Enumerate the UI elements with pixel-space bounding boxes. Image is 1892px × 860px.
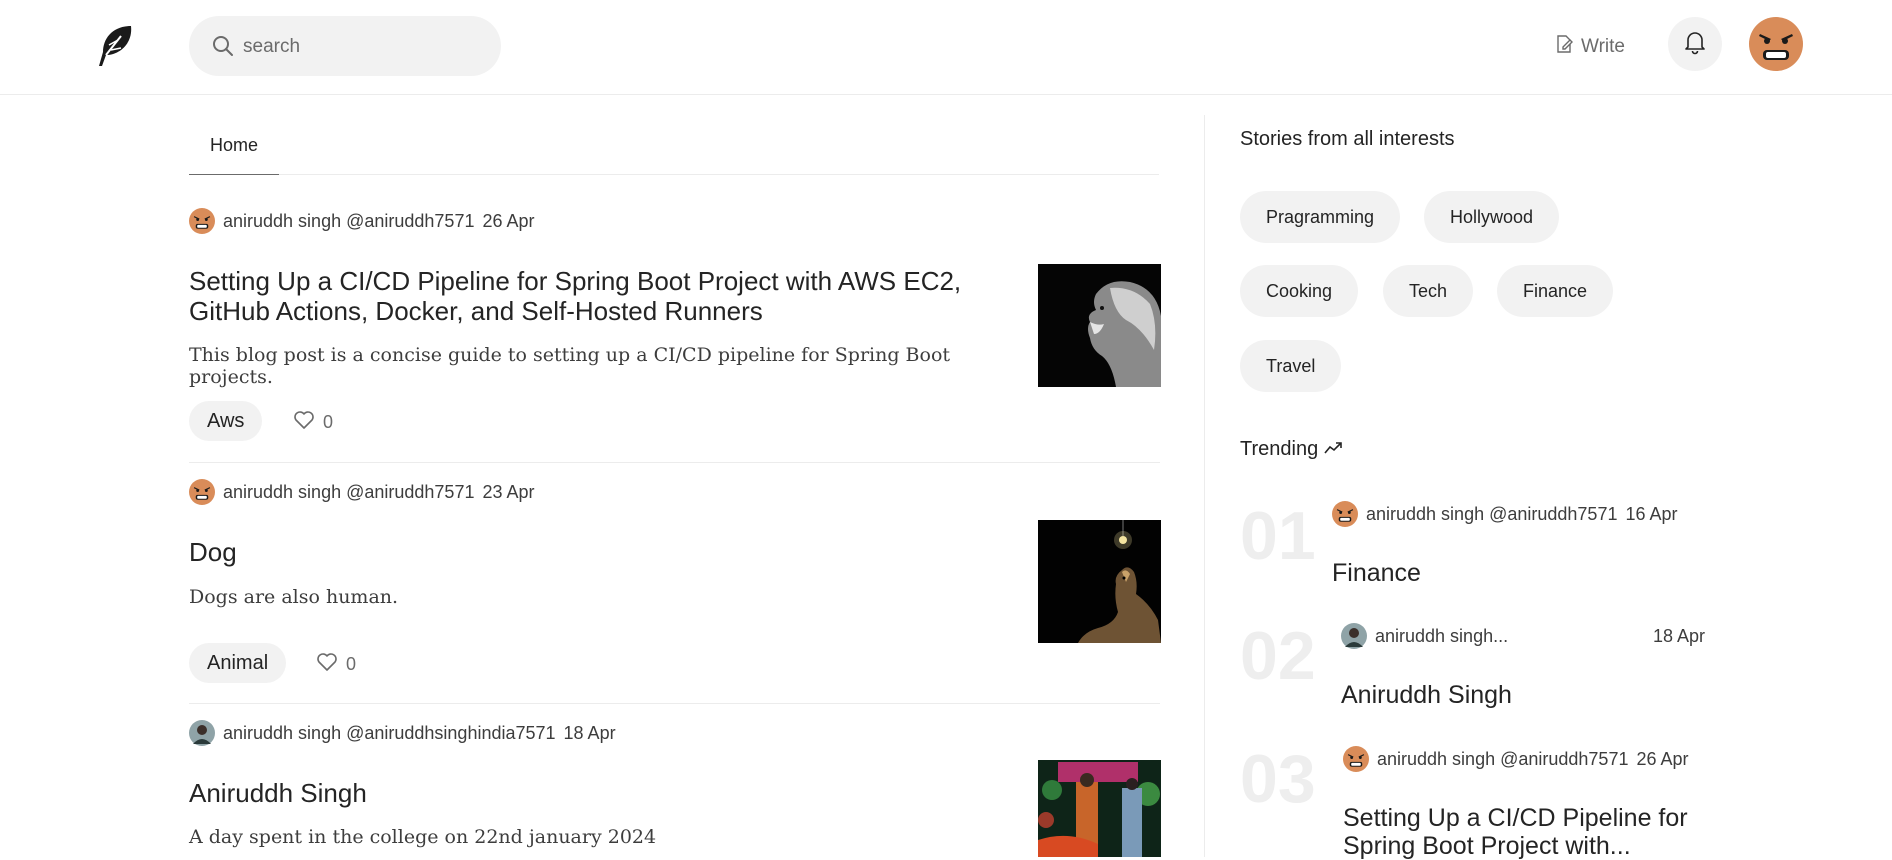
post-thumbnail[interactable] (1038, 760, 1161, 857)
post-description: This blog post is a concise guide to set… (189, 344, 951, 388)
trending-meta: aniruddh singh @aniruddh7571 16 Apr (1332, 501, 1678, 527)
like-count: 0 (323, 412, 334, 432)
avatar[interactable] (189, 720, 215, 746)
trending-date: 16 Apr (1625, 503, 1678, 524)
post-date: 23 Apr (482, 481, 535, 502)
trending-author[interactable]: aniruddh singh... (1375, 626, 1508, 647)
trending-author[interactable]: aniruddh singh @aniruddh7571 (1366, 504, 1617, 525)
notifications-button[interactable] (1668, 17, 1722, 71)
trending-rank: 02 (1240, 618, 1316, 694)
avatar[interactable] (189, 208, 215, 234)
post-meta: aniruddh singh @aniruddh7571 26 Apr (189, 208, 535, 234)
feed-tabs: Home (189, 116, 1159, 175)
trending-label: Trending (1240, 438, 1319, 460)
trending-heading: Trending (1240, 438, 1344, 461)
post-description: A day spent in the college on 22nd janua… (189, 826, 657, 848)
trending-date: 26 Apr (1636, 748, 1689, 769)
post-title[interactable]: Setting Up a CI/CD Pipeline for Spring B… (189, 266, 989, 326)
bell-icon (1682, 29, 1708, 60)
post-author[interactable]: aniruddh singh @aniruddhsinghindia7571 (223, 723, 556, 744)
search-input[interactable] (241, 30, 485, 64)
post-card[interactable]: aniruddh singh @aniruddh7571 26 Apr Sett… (189, 208, 1161, 464)
trending-rank: 03 (1240, 741, 1316, 817)
interest-chip-finance[interactable]: Finance (1497, 265, 1614, 317)
like-button[interactable]: 0 (316, 652, 356, 677)
avatar[interactable] (189, 479, 215, 505)
post-tag[interactable]: Aws (189, 401, 263, 441)
post-divider (189, 703, 1160, 704)
post-thumbnail[interactable] (1038, 264, 1161, 387)
trending-title[interactable]: Finance (1332, 559, 1421, 587)
post-meta: aniruddh singh @aniruddhsinghindia7571 1… (189, 720, 616, 746)
user-avatar[interactable] (1749, 17, 1803, 71)
post-title[interactable]: Aniruddh Singh (189, 778, 989, 808)
trending-title[interactable]: Setting Up a CI/CD Pipeline for Spring B… (1343, 804, 1713, 860)
trending-meta: aniruddh singh @aniruddh7571 26 Apr (1343, 746, 1689, 772)
interests-heading: Stories from all interests (1240, 128, 1455, 150)
write-label: Write (1581, 36, 1625, 57)
interest-chip-cooking[interactable]: Cooking (1240, 265, 1359, 317)
sidebar-divider (1204, 115, 1205, 857)
post-description: Dogs are also human. (189, 586, 399, 608)
post-meta: aniruddh singh @aniruddh7571 23 Apr (189, 479, 535, 505)
interest-chip-tech[interactable]: Tech (1383, 265, 1474, 317)
heart-icon (293, 410, 315, 435)
post-divider (189, 462, 1160, 463)
tab-home[interactable]: Home (189, 116, 279, 175)
top-bar: Write (0, 0, 1892, 95)
trending-title[interactable]: Aniruddh Singh (1341, 681, 1512, 709)
trending-up-icon (1324, 438, 1344, 461)
like-count: 0 (346, 654, 357, 674)
trending-author[interactable]: aniruddh singh @aniruddh7571 (1377, 749, 1628, 770)
post-title[interactable]: Dog (189, 537, 989, 567)
post-thumbnail[interactable] (1038, 520, 1161, 643)
feather-logo-icon[interactable] (91, 22, 139, 70)
interest-chip-programming[interactable]: Pragramming (1240, 191, 1401, 243)
write-button[interactable]: Write (1554, 31, 1625, 63)
post-card[interactable]: aniruddh singh @aniruddh7571 23 Apr Dog … (189, 479, 1161, 705)
avatar[interactable] (1343, 746, 1369, 772)
write-icon (1554, 34, 1574, 60)
avatar[interactable] (1341, 623, 1367, 649)
like-button[interactable]: 0 (293, 410, 333, 435)
avatar[interactable] (1332, 501, 1358, 527)
trending-meta: aniruddh singh... 18 Apr (1341, 623, 1705, 649)
post-card[interactable]: aniruddh singh @aniruddhsinghindia7571 1… (189, 720, 1161, 857)
post-date: 18 Apr (563, 722, 616, 743)
search-icon (211, 34, 235, 58)
search-bar[interactable] (189, 16, 501, 76)
post-tag[interactable]: Animal (189, 643, 287, 683)
interest-chip-travel[interactable]: Travel (1240, 340, 1342, 392)
heart-icon (316, 652, 338, 677)
interest-chip-hollywood[interactable]: Hollywood (1424, 191, 1560, 243)
post-date: 26 Apr (482, 210, 535, 231)
post-author[interactable]: aniruddh singh @aniruddh7571 (223, 482, 474, 503)
trending-date: 18 Apr (1652, 625, 1705, 646)
post-author[interactable]: aniruddh singh @aniruddh7571 (223, 211, 474, 232)
trending-rank: 01 (1240, 498, 1316, 574)
